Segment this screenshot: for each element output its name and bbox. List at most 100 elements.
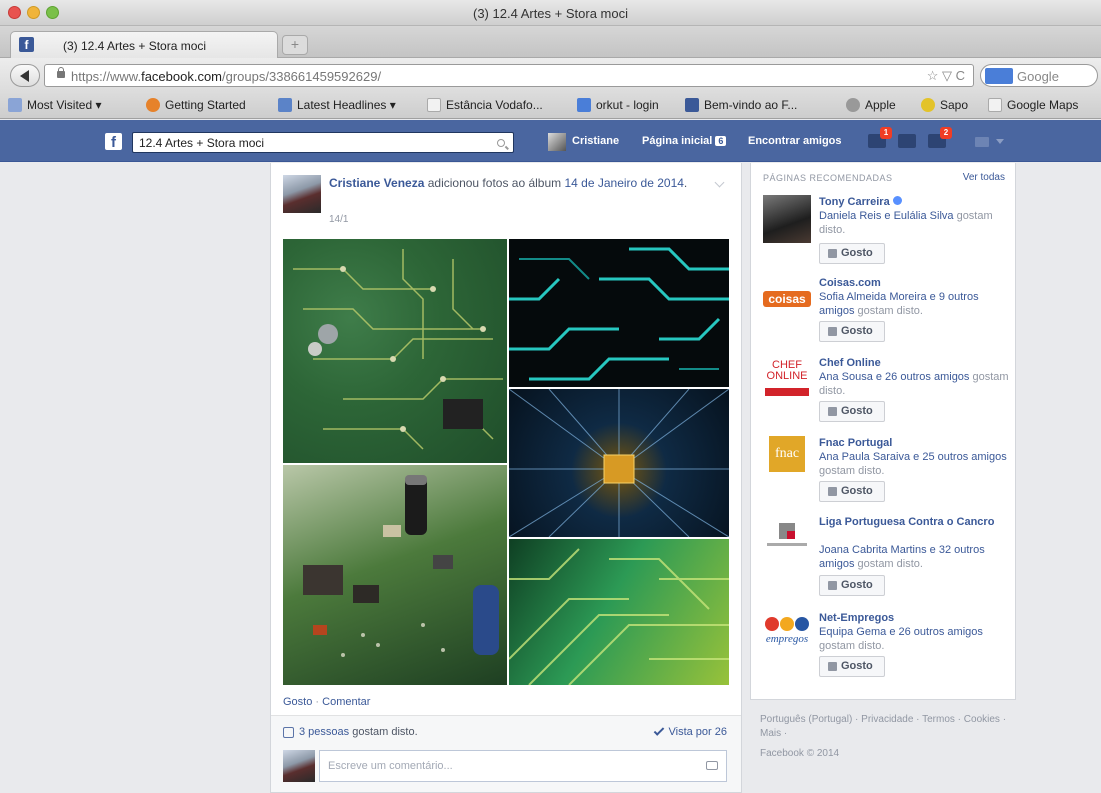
- sapo-icon: [921, 98, 935, 112]
- page-social-context: Joana Cabrita Martins e 32 outros amigos…: [819, 544, 985, 570]
- page-footer: Português (Portugal) · Privacidade · Ter…: [760, 713, 1020, 761]
- bookmark-facebook[interactable]: Bem-vindo ao F...: [685, 98, 797, 112]
- search-engine-label: Google: [1017, 69, 1059, 84]
- page-logo[interactable]: empregos: [763, 611, 811, 659]
- search-icon[interactable]: [497, 139, 505, 147]
- sidebar-title: PÁGINAS RECOMENDADAS: [763, 173, 893, 183]
- back-button[interactable]: [10, 64, 40, 87]
- album-post: Cristiane Veneza adicionou fotos ao álbu…: [270, 163, 742, 793]
- bookmark-sapo[interactable]: Sapo: [921, 98, 968, 112]
- verified-badge-icon: [892, 196, 902, 205]
- bookmark-most-visited[interactable]: Most Visited ▾: [8, 98, 102, 112]
- camera-icon[interactable]: [706, 761, 718, 770]
- like-page-button[interactable]: Gosto: [819, 656, 885, 677]
- google-icon[interactable]: [985, 68, 1013, 84]
- page-social-context: Ana Paula Saraiva e 25 outros amigos gos…: [819, 451, 1007, 477]
- bookmarks-bar: Most Visited ▾ Getting Started Latest He…: [0, 92, 1101, 119]
- page-logo[interactable]: [763, 515, 811, 563]
- bookmark-orkut[interactable]: orkut - login: [577, 98, 659, 112]
- page-name[interactable]: Tony Carreira: [819, 195, 1009, 209]
- browser-tab[interactable]: f (3) 12.4 Artes + Stora moci: [10, 31, 278, 58]
- album-photo[interactable]: [509, 239, 729, 387]
- page-name[interactable]: Fnac Portugal: [819, 436, 1009, 450]
- find-friends-link[interactable]: Encontrar amigos: [748, 135, 842, 147]
- album-photo[interactable]: [509, 539, 729, 685]
- friend-requests-badge: 1: [880, 127, 892, 139]
- footer-links[interactable]: Português (Portugal) · Privacidade · Ter…: [760, 713, 1020, 741]
- friend-requests-icon[interactable]: 1: [868, 127, 892, 148]
- page-social-context: Ana Sousa e 26 outros amigos gostam dist…: [819, 371, 1009, 397]
- facebook-search-input[interactable]: 12.4 Artes + Stora moci: [132, 132, 514, 153]
- search-value: 12.4 Artes + Stora moci: [139, 136, 265, 150]
- page-icon: [427, 98, 441, 112]
- bookmark-estancia-vodafone[interactable]: Estância Vodafo...: [427, 98, 543, 112]
- profile-avatar[interactable]: [548, 133, 566, 151]
- post-actions: Gosto · Comentar: [283, 696, 371, 708]
- post-options-chevron-icon[interactable]: [714, 177, 725, 188]
- page-social-context: Sofia Almeida Moreira e 9 outros amigos …: [819, 291, 979, 317]
- privacy-shortcuts-icon[interactable]: [975, 137, 989, 147]
- page-social-context: Equipa Gema e 26 outros amigos gostam di…: [819, 626, 983, 652]
- window-titlebar: (3) 12.4 Artes + Stora moci: [0, 0, 1101, 26]
- new-tab-button[interactable]: +: [282, 35, 308, 55]
- home-link[interactable]: Página inicial 6: [642, 135, 727, 147]
- thumbs-up-icon: [828, 327, 837, 336]
- bookmark-apple[interactable]: Apple: [846, 98, 896, 112]
- url-text: https://www.facebook.com/groups/33866145…: [71, 69, 382, 84]
- comment-link[interactable]: Comentar: [322, 696, 370, 708]
- thumbs-up-icon: [828, 249, 837, 258]
- album-link[interactable]: 14 de Janeiro de 2014: [564, 176, 683, 190]
- thumbs-up-icon: [828, 581, 837, 590]
- page-icon: [988, 98, 1002, 112]
- thumbs-up-icon: [283, 727, 294, 738]
- back-arrow-icon: [20, 70, 29, 82]
- likes-and-comments-section: 3 pessoas gostam disto. Vista por 26 Esc…: [271, 715, 741, 792]
- page-logo[interactable]: CHEF ONLINE: [763, 356, 811, 404]
- facebook-logo-icon[interactable]: f: [105, 133, 122, 151]
- facebook-icon: [685, 98, 699, 112]
- like-page-button[interactable]: Gosto: [819, 401, 885, 422]
- page-name[interactable]: Coisas.com: [819, 276, 1009, 290]
- profile-link[interactable]: Cristiane: [572, 135, 619, 147]
- green-circuit-image: [509, 548, 729, 685]
- messages-icon[interactable]: [898, 134, 916, 148]
- page-name[interactable]: Liga Portuguesa Contra o Cancro: [819, 515, 1009, 529]
- comment-input[interactable]: Escreve um comentário...: [319, 750, 727, 782]
- page-photo[interactable]: [763, 195, 811, 243]
- like-page-button[interactable]: Gosto: [819, 243, 885, 264]
- author-avatar[interactable]: [283, 175, 321, 213]
- bookmark-star-icon[interactable]: ☆ ▽ C: [927, 68, 965, 84]
- post-date[interactable]: 14/1: [329, 214, 348, 225]
- recommended-pages: PÁGINAS RECOMENDADAS Ver todas Tony Carr…: [750, 163, 1016, 700]
- orkut-icon: [577, 98, 591, 112]
- like-page-button[interactable]: Gosto: [819, 575, 885, 596]
- search-bar[interactable]: Google: [980, 64, 1098, 87]
- page-logo[interactable]: fnac: [763, 436, 811, 484]
- like-link[interactable]: Gosto: [283, 696, 312, 708]
- notifications-icon[interactable]: 2: [928, 127, 952, 148]
- comment-placeholder: Escreve um comentário...: [328, 760, 453, 772]
- address-bar[interactable]: https://www.facebook.com/groups/33866145…: [44, 64, 974, 87]
- account-menu-chevron-down-icon[interactable]: [996, 139, 1004, 144]
- window-title: (3) 12.4 Artes + Stora moci: [473, 6, 628, 21]
- circuit-board-image: [293, 249, 503, 450]
- page-name[interactable]: Chef Online: [819, 356, 1009, 370]
- see-all-link[interactable]: Ver todas: [963, 172, 1005, 183]
- album-photo[interactable]: [283, 465, 507, 685]
- electronic-components-image: [303, 475, 499, 657]
- page-name[interactable]: Net-Empregos: [819, 611, 1009, 625]
- bookmark-google-maps[interactable]: Google Maps: [988, 98, 1078, 112]
- likers-link[interactable]: 3 pessoas: [299, 726, 349, 738]
- check-icon: [654, 725, 665, 736]
- like-page-button[interactable]: Gosto: [819, 481, 885, 502]
- author-link[interactable]: Cristiane Veneza: [329, 176, 424, 190]
- page-logo[interactable]: coisas: [763, 276, 811, 324]
- seen-by-link[interactable]: Vista por 26: [654, 725, 727, 738]
- album-photo[interactable]: [283, 239, 507, 463]
- apple-icon: [846, 98, 860, 112]
- facebook-header: f 12.4 Artes + Stora moci Cristiane Pági…: [0, 120, 1101, 162]
- bookmark-getting-started[interactable]: Getting Started: [146, 98, 246, 112]
- album-photo[interactable]: [509, 389, 729, 537]
- bookmark-latest-headlines[interactable]: Latest Headlines ▾: [278, 98, 396, 112]
- like-page-button[interactable]: Gosto: [819, 321, 885, 342]
